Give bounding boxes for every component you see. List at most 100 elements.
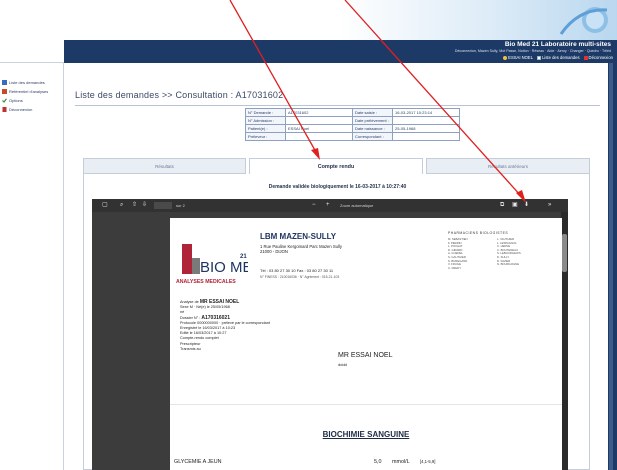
- sidebar-item-requests[interactable]: Liste des demandes: [0, 78, 50, 87]
- print-icon[interactable]: ▣: [512, 201, 518, 210]
- logout-label: Déconnexion: [588, 55, 613, 60]
- header-actions: ESSAI NOEL Liste des demandes Déconnexio…: [503, 55, 613, 60]
- sample-date-label: Date prélèvement :: [352, 116, 393, 125]
- logout-icon: [583, 55, 588, 60]
- patient-line-name: MR ESSAI NOEL: [199, 299, 240, 305]
- exam-reference: [4,1-5,9]: [420, 459, 436, 464]
- svg-text:21: 21: [240, 254, 247, 260]
- logout-button[interactable]: Déconnexion: [583, 55, 613, 60]
- header-banner: [0, 0, 617, 40]
- app-window: Bio Med 21 Laboratoire multi-sites Décon…: [0, 0, 617, 470]
- user-dot-icon: [503, 55, 508, 60]
- sidebar-item-label: Déconnexion: [9, 107, 33, 112]
- entry-date-label: Date saisie :: [352, 108, 393, 117]
- patient-line-label: Analyse de: [180, 300, 200, 304]
- table-row: Patient(e) : ESSAI Noel Date naissance :…: [245, 124, 460, 133]
- request-number-value: A17031602: [285, 108, 353, 117]
- sidebar-item-label: Liste des demandes: [9, 80, 45, 85]
- zoom-select[interactable]: Zoom automatique: [340, 201, 373, 210]
- lab-subtitle: ANALYSES MEDICALES: [176, 279, 236, 285]
- table-row: N° Admission : Date prélèvement :: [245, 116, 460, 125]
- lab-phone: Tél : 03 80 27 30 10 Fax : 03 80 27 30 1…: [260, 268, 334, 273]
- requests-list-button[interactable]: Liste des demandes: [537, 55, 580, 60]
- page-number-input[interactable]: [154, 202, 172, 209]
- exit-icon: [2, 107, 7, 112]
- requests-list-label: Liste des demandes: [542, 55, 580, 60]
- birth-date-label: Date naissance :: [352, 124, 393, 133]
- pharmacist-name: C. FREDY: [448, 265, 462, 270]
- sidebar-menu: Liste des demandes Référentiel d'analyse…: [0, 78, 50, 114]
- sidebar: Liste des demandes Référentiel d'analyse…: [0, 63, 64, 470]
- sampler-label: Préleveur :: [245, 132, 286, 141]
- book-icon: [2, 89, 7, 94]
- sampler-value: [285, 132, 353, 141]
- sidebar-item-logout[interactable]: Déconnexion: [0, 105, 50, 114]
- dossier-number: A170316021: [201, 314, 230, 321]
- zoom-out-icon[interactable]: −: [312, 201, 316, 210]
- pharmacists-title: PHARMACIENS BIOLOGISTES: [448, 231, 509, 235]
- svg-text:BIO MED: BIO MED: [200, 259, 248, 276]
- divider: [75, 105, 600, 106]
- correspondent-label: Correspondant :: [352, 132, 393, 141]
- sidebar-item-label: Référentiel d'analyses: [9, 89, 49, 94]
- list-icon: [2, 80, 7, 85]
- exam-value: 5,0: [374, 459, 382, 465]
- right-scroll-rail[interactable]: [608, 63, 617, 470]
- brand-swirl-icon: [559, 7, 608, 35]
- birth-date-value: 25-05-1968: [392, 124, 460, 133]
- exam-unit: mmol/L: [392, 459, 410, 465]
- pharmacist-name: N. BOURGOGNE: [497, 262, 520, 267]
- table-row: Préleveur : Correspondant :: [245, 132, 460, 141]
- validation-status: Demande validée biologiquement le 16-03-…: [268, 184, 407, 190]
- search-icon[interactable]: ⌕: [120, 201, 123, 210]
- patient-details: Analyse de MR ESSAI NOEL Sexe M · Né(e) …: [180, 299, 270, 352]
- presentation-icon[interactable]: ⧉: [500, 201, 504, 210]
- header-links[interactable]: Déconnexion, Mazen Sully, Mot Passe, Not…: [455, 49, 611, 53]
- page-title: Liste des demandes >> Consultation : A17…: [75, 90, 284, 100]
- pdf-scrollbar[interactable]: [561, 212, 568, 470]
- more-tools-icon[interactable]: »: [548, 201, 551, 210]
- pharmacists-list: M. SEBASTIEN F. PERRIN L. POCHAT D. GIRARD A…: [448, 237, 540, 270]
- request-number-label: N° Demande :: [245, 108, 286, 117]
- pdf-page: BIO MED 21 ANALYSES MEDICALES LBM MAZEN-…: [170, 218, 562, 470]
- app-title: Bio Med 21 Laboratoire multi-sites: [504, 41, 611, 48]
- check-icon: [2, 98, 7, 103]
- patient-value: ESSAI Noel: [285, 124, 353, 133]
- sidebar-item-analyses[interactable]: Référentiel d'analyses: [0, 87, 50, 96]
- request-info-table: N° Demande : A17031602 Date saisie : 16-…: [245, 108, 460, 141]
- tab-previous-results[interactable]: Résultats antérieurs: [426, 158, 590, 174]
- admission-value: [285, 116, 353, 125]
- right-rail-track: [609, 63, 613, 470]
- header-bar: Bio Med 21 Laboratoire multi-sites Décon…: [64, 40, 617, 63]
- tab-results[interactable]: Résultats: [83, 158, 246, 174]
- lab-name: LBM MAZEN-SULLY: [260, 232, 337, 241]
- patient-line: Transmis au: [180, 346, 201, 351]
- tab-report[interactable]: Compte rendu: [249, 158, 423, 174]
- table-row: N° Demande : A17031602 Date saisie : 16-…: [245, 108, 460, 117]
- pdf-toolbar: ▢ ⌕ ⇧ ⇩ sur 2 − + Zoom automatique ⧉ ▣ ⬇…: [92, 199, 568, 212]
- sidebar-item-label: Options: [9, 98, 23, 103]
- next-page-icon[interactable]: ⇩: [142, 201, 147, 210]
- correspondent-value: [392, 132, 460, 141]
- admission-label: N° Admission :: [245, 116, 286, 125]
- sidebar-toggle-icon[interactable]: ▢: [102, 201, 108, 210]
- section-title: BIOCHIMIE SANGUINE: [322, 430, 410, 439]
- page-separator: [170, 404, 562, 405]
- zoom-in-icon[interactable]: +: [326, 201, 330, 210]
- sidebar-item-options[interactable]: Options: [0, 96, 50, 105]
- list-icon: [537, 55, 542, 60]
- dossier-label: Dossier N° :: [180, 315, 202, 320]
- patient-address: dddd: [338, 362, 347, 367]
- current-user-label: ESSAI NOEL: [508, 55, 534, 60]
- scroll-thumb[interactable]: [562, 234, 567, 272]
- current-user-button[interactable]: ESSAI NOEL: [503, 55, 533, 60]
- lab-address-line: 21000 - DIJON: [260, 249, 288, 254]
- sample-date-value: [392, 116, 460, 125]
- report-tabs: Résultats Compte rendu Résultats antérie…: [83, 158, 590, 174]
- previous-page-icon[interactable]: ⇧: [132, 201, 137, 210]
- download-icon[interactable]: ⬇: [524, 201, 529, 210]
- exam-name: GLYCEMIE A JEUN: [174, 459, 222, 465]
- entry-date-value: 16-03-2017 10:23:14: [392, 108, 460, 117]
- patient-label: Patient(e) :: [245, 124, 286, 133]
- patient-name: MR ESSAI NOEL: [338, 352, 393, 359]
